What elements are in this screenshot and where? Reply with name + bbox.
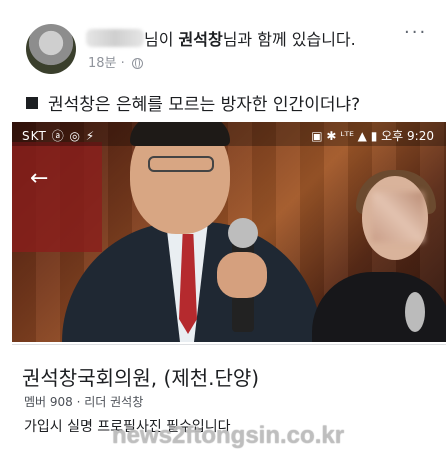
meta-separator: · <box>120 56 125 71</box>
microphone-head <box>228 218 258 248</box>
background-panel <box>12 142 102 252</box>
facebook-post: 님이 권석창님과 함께 있습니다. ··· 18분 · 권석창은 은혜를 모르는… <box>0 0 448 452</box>
post-meta: 18분 · <box>88 52 143 71</box>
watermark: news2ftongsin.co.kr <box>112 422 345 449</box>
post-time[interactable]: 18분 <box>88 56 117 71</box>
second-microphone <box>405 292 425 332</box>
group-title[interactable]: 권석창국회의원, (제천.단양) <box>22 362 259 391</box>
post-body: 권석창은 은혜를 모르는 방자한 인간이더냐? <box>48 95 361 115</box>
status-left: SKT ⓐ ◎ ⚡ <box>22 129 96 143</box>
blurred-face <box>372 192 424 242</box>
shared-screenshot-image[interactable]: SKT ⓐ ◎ ⚡ ▣ ✱ ᴸᵀᴱ ▲ ▮ 오후 9:20 ← <box>12 122 446 342</box>
hand <box>217 252 267 298</box>
square-bullet-icon <box>26 97 38 109</box>
status-right: ▣ ✱ ᴸᵀᴱ ▲ ▮ 오후 9:20 <box>311 129 434 143</box>
back-arrow-icon[interactable]: ← <box>30 166 48 191</box>
tagged-name-link[interactable]: 권석창 <box>179 30 223 49</box>
divider <box>12 344 446 345</box>
header-suffix-1: 님이 <box>144 30 179 49</box>
glasses <box>148 156 214 172</box>
avatar[interactable] <box>26 24 76 74</box>
post-header: 님이 권석창님과 함께 있습니다. <box>86 26 356 50</box>
post-text: 권석창은 은혜를 모르는 방자한 인간이더냐? <box>26 90 360 115</box>
more-options-icon[interactable]: ··· <box>404 22 427 43</box>
globe-icon <box>131 58 143 69</box>
header-suffix-2: 님과 함께 있습니다. <box>222 30 356 49</box>
blurred-author-name[interactable] <box>86 29 144 47</box>
phone-status-bar: SKT ⓐ ◎ ⚡ ▣ ✱ ᴸᵀᴱ ▲ ▮ 오후 9:20 <box>12 122 446 146</box>
group-members: 멤버 908 · 리더 권석창 <box>24 395 144 409</box>
